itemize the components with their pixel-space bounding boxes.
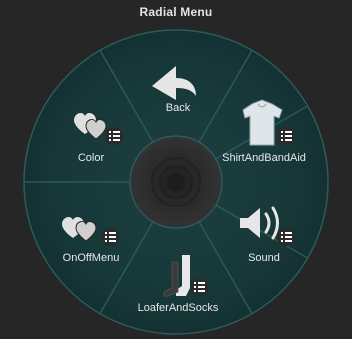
menu-item-label-color: Color bbox=[78, 152, 105, 164]
radial-menu-window: Radial Menu Back ShirtAndBandAid Sound L… bbox=[0, 0, 352, 339]
radial-menu: Back ShirtAndBandAid Sound LoaferAndSock… bbox=[23, 29, 329, 335]
submenu-list-icon bbox=[101, 228, 119, 246]
submenu-list-icon bbox=[277, 127, 295, 145]
menu-item-label-loaferandsocks: LoaferAndSocks bbox=[138, 302, 219, 314]
radial-hub-icon[interactable] bbox=[129, 135, 223, 229]
menu-item-label-back: Back bbox=[166, 102, 191, 114]
submenu-list-icon bbox=[105, 127, 123, 145]
submenu-list-icon bbox=[277, 228, 295, 246]
menu-item-label-sound: Sound bbox=[248, 252, 280, 264]
menu-item-label-shirtandbandaid: ShirtAndBandAid bbox=[222, 152, 306, 164]
menu-item-label-onoffmenu: OnOffMenu bbox=[63, 252, 120, 264]
submenu-list-icon bbox=[190, 278, 208, 296]
